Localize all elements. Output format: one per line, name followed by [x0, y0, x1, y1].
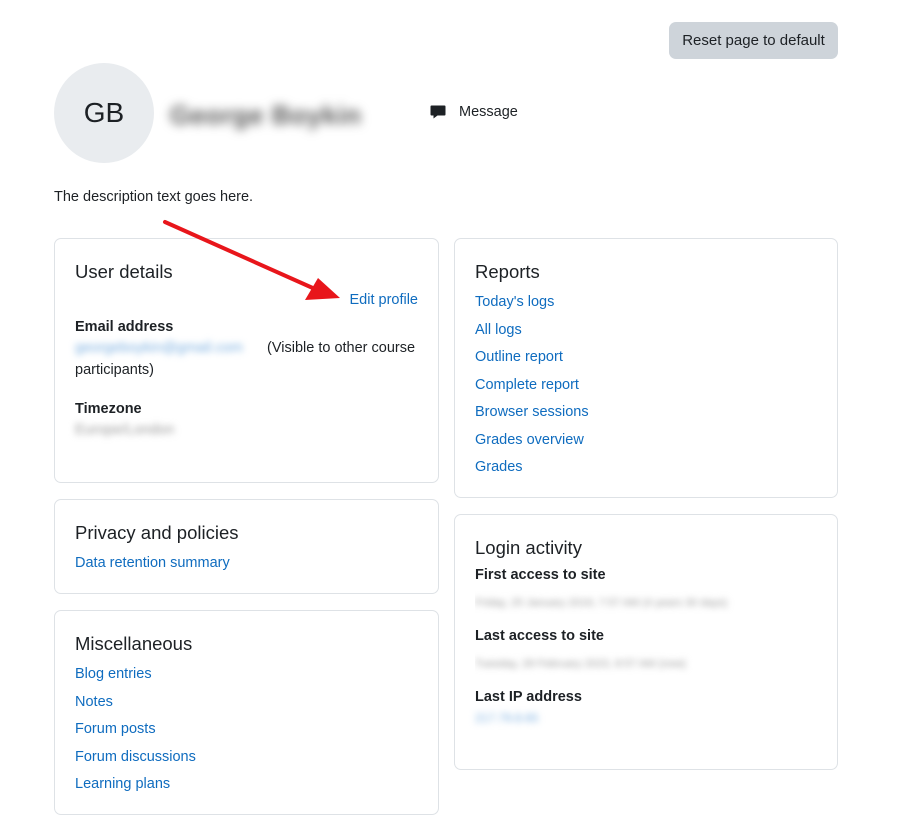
browser-sessions-link[interactable]: Browser sessions [475, 404, 589, 420]
misc-link-item: Notes [75, 689, 418, 717]
misc-link-item: Forum posts [75, 716, 418, 744]
timezone-row: Europe/London [75, 419, 418, 441]
report-link-item: Grades [475, 454, 817, 482]
reset-page-button[interactable]: Reset page to default [669, 22, 838, 59]
profile-description: The description text goes here. [54, 189, 254, 205]
data-retention-summary-link[interactable]: Data retention summary [75, 555, 230, 571]
complete-report-link[interactable]: Complete report [475, 377, 579, 393]
reports-links: Today's logs All logs Outline report Com… [475, 289, 817, 482]
privacy-card: Privacy and policies Data retention summ… [54, 499, 439, 594]
todays-logs-link[interactable]: Today's logs [475, 294, 554, 310]
outline-report-link[interactable]: Outline report [475, 349, 563, 365]
misc-link-item: Forum discussions [75, 744, 418, 772]
forum-discussions-link[interactable]: Forum discussions [75, 749, 196, 765]
privacy-title: Privacy and policies [75, 522, 239, 543]
misc-link-item: Learning plans [75, 771, 418, 799]
last-access-label: Last access to site [475, 628, 604, 644]
learning-plans-link[interactable]: Learning plans [75, 776, 170, 792]
report-link-item: Browser sessions [475, 399, 817, 427]
forum-posts-link[interactable]: Forum posts [75, 721, 156, 737]
all-logs-link[interactable]: All logs [475, 322, 522, 338]
last-access-row: Tuesday, 28 February 2023, 8:57 AM (now) [475, 652, 817, 675]
report-link-item: Grades overview [475, 427, 817, 455]
report-link-item: All logs [475, 317, 817, 345]
user-details-card: User details Edit profile Email address … [54, 238, 439, 483]
full-name-text: George Boykin [170, 99, 362, 130]
report-link-item: Complete report [475, 372, 817, 400]
timezone-value: Europe/London [75, 422, 175, 438]
message-label: Message [459, 104, 518, 120]
last-access-value: Tuesday, 28 February 2023, 8:57 AM (now) [475, 658, 686, 670]
last-ip-row: 217.79.8.65 [475, 707, 817, 729]
login-activity-card: Login activity First access to site Frid… [454, 514, 838, 770]
edit-profile-link[interactable]: Edit profile [349, 292, 418, 308]
reports-title: Reports [475, 261, 540, 282]
report-link-item: Outline report [475, 344, 817, 372]
last-ip-label: Last IP address [475, 689, 582, 705]
last-ip-link[interactable]: 217.79.8.65 [475, 707, 538, 729]
miscellaneous-links: Blog entries Notes Forum posts Forum dis… [75, 661, 418, 799]
email-label: Email address [75, 319, 174, 335]
miscellaneous-title: Miscellaneous [75, 633, 193, 654]
reports-card: Reports Today's logs All logs Outline re… [454, 238, 838, 498]
misc-link-item: Blog entries [75, 661, 418, 689]
grades-overview-link[interactable]: Grades overview [475, 432, 584, 448]
privacy-link-item: Data retention summary [75, 550, 418, 578]
message-button[interactable]: Message [430, 104, 518, 120]
user-full-name: George Boykin [170, 80, 410, 150]
first-access-row: Friday, 25 January 2019, 7:57 AM (4 year… [475, 591, 817, 614]
privacy-links: Data retention summary [75, 550, 418, 578]
email-link[interactable]: georgeboykin@gmail.com [75, 337, 263, 359]
user-details-title: User details [75, 261, 173, 282]
email-row: georgeboykin@gmail.com (Visible to other… [75, 337, 418, 381]
blog-entries-link[interactable]: Blog entries [75, 666, 152, 682]
message-icon [430, 105, 446, 119]
login-activity-title: Login activity [475, 537, 582, 558]
grades-link[interactable]: Grades [475, 459, 523, 475]
avatar: GB [54, 63, 154, 163]
report-link-item: Today's logs [475, 289, 817, 317]
timezone-label: Timezone [75, 401, 142, 417]
notes-link[interactable]: Notes [75, 694, 113, 710]
first-access-label: First access to site [475, 567, 606, 583]
first-access-value: Friday, 25 January 2019, 7:57 AM (4 year… [475, 597, 728, 609]
miscellaneous-card: Miscellaneous Blog entries Notes Forum p… [54, 610, 439, 815]
